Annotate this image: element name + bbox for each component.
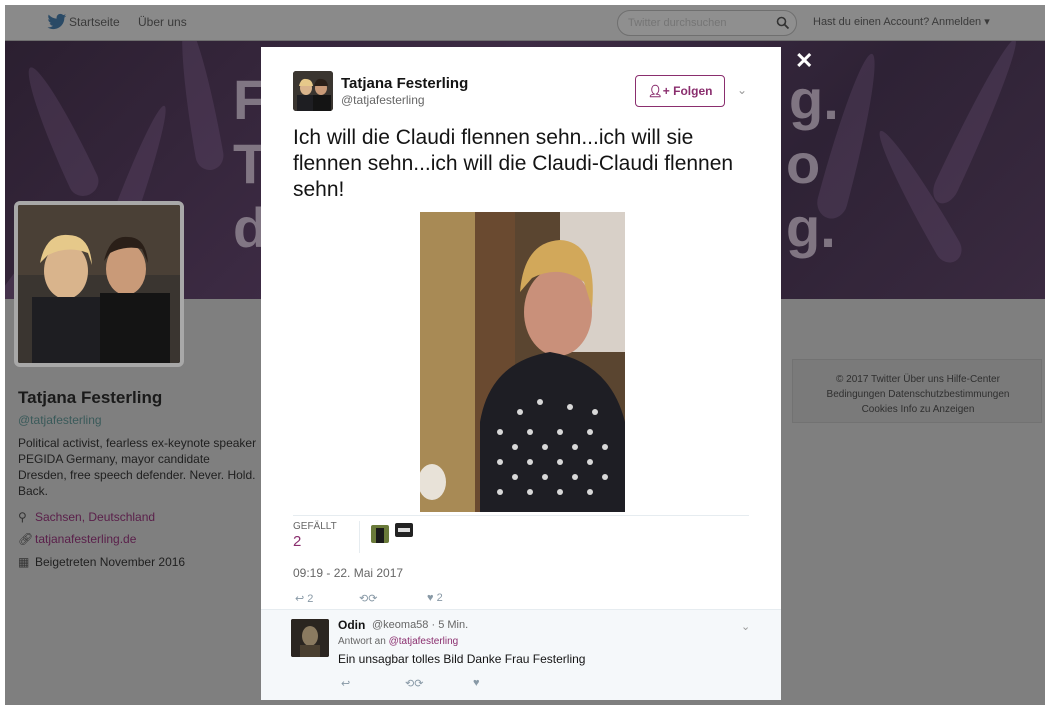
liker-avatar[interactable] <box>371 525 389 543</box>
profile-joined-row: ▦ Beigetreten November 2016 <box>18 555 185 569</box>
heart-icon[interactable]: ♥ <box>473 677 480 689</box>
profile-name[interactable]: Tatjana Festerling <box>18 388 162 408</box>
likes-count[interactable]: 2 <box>293 533 301 550</box>
reply-icon[interactable]: ↩ <box>341 677 350 690</box>
footer-links-box: © 2017 Twitter Über uns Hilfe-Center Bed… <box>792 359 1042 423</box>
follow-label: Folgen <box>673 84 713 98</box>
author-avatar-image <box>293 71 333 111</box>
author-avatar[interactable] <box>293 71 333 111</box>
retweet-icon[interactable]: ⟲⟳ <box>359 592 377 605</box>
reply-icon: ↩ <box>295 593 305 605</box>
footer-line[interactable]: Bedingungen Datenschutzbestimmungen <box>793 387 1043 402</box>
search-box[interactable] <box>617 10 797 36</box>
link-icon: 🔗︎ <box>18 532 34 546</box>
heart-icon: ♥ <box>427 592 434 604</box>
tweet-text: Ich will die Claudi flennen sehn...ich w… <box>293 126 734 201</box>
close-icon[interactable]: ✕ <box>795 50 813 72</box>
tweet-modal: Tatjana Festerling @tatjafesterling 👤︎+ … <box>261 47 781 700</box>
reply-avatar[interactable] <box>291 619 329 657</box>
search-input[interactable] <box>628 17 768 29</box>
reply-action[interactable]: ↩ 2 <box>295 592 313 605</box>
divider <box>293 515 749 516</box>
reply-to-prefix: Antwort an <box>338 636 389 647</box>
profile-avatar[interactable] <box>14 201 184 367</box>
profile-website-row: 🔗︎ tatjanafesterling.de <box>18 532 136 546</box>
profile-joined: Beigetreten November 2016 <box>35 555 186 569</box>
chevron-down-icon[interactable]: ⌄ <box>737 83 747 97</box>
twitter-bird-icon[interactable] <box>47 13 67 31</box>
author-handle[interactable]: @tatjafesterling <box>341 93 425 107</box>
profile-location-row: ⚲ Sachsen, Deutschland <box>18 510 155 524</box>
footer-line[interactable]: © 2017 Twitter Über uns Hilfe-Center <box>793 372 1043 387</box>
likes-label: GEFÄLLT <box>293 521 337 532</box>
liker-avatar[interactable] <box>395 523 413 537</box>
footer-links: © 2017 Twitter Über uns Hilfe-Center Bed… <box>793 372 1043 417</box>
profile-bio: Political activist, fearless ex-keynote … <box>18 436 257 498</box>
banner-text-fragment: g. <box>789 68 839 131</box>
reply-to-handle[interactable]: @tatjafesterling <box>389 636 459 647</box>
banner-text-fragment: o <box>786 132 821 195</box>
reply-text: Ein unsagbar tolles Bild Danke Frau Fest… <box>338 652 586 666</box>
profile-handle[interactable]: @tatjafesterling <box>18 413 102 427</box>
retweet-icon[interactable]: ⟲⟳ <box>405 677 423 690</box>
nav-home-link[interactable]: Startseite <box>69 15 120 29</box>
tweet-photo-image <box>420 212 625 512</box>
follow-user-icon: 👤︎+ <box>647 84 674 98</box>
reply-count: 2 <box>307 593 314 605</box>
reply-tweet[interactable]: Odin @keoma58 · 5 Min. ⌄ Antwort an @tat… <box>261 609 781 700</box>
profile-website-link[interactable]: tatjanafesterling.de <box>35 532 136 546</box>
search-icon[interactable] <box>776 16 790 30</box>
like-count: 2 <box>436 592 443 604</box>
top-navigation: Startseite Über uns Hast du einen Accoun… <box>5 5 1045 41</box>
author-name[interactable]: Tatjana Festerling <box>341 75 468 92</box>
reply-author-meta[interactable]: @keoma58 · 5 Min. <box>372 619 468 631</box>
profile-location[interactable]: Sachsen, Deutschland <box>35 510 155 524</box>
banner-text-fragment: g. <box>786 196 836 259</box>
login-link[interactable]: Hast du einen Account? Anmelden ▾ <box>813 15 990 28</box>
chevron-down-icon[interactable]: ⌄ <box>741 620 750 633</box>
nav-about-link[interactable]: Über uns <box>138 15 187 29</box>
tweet-timestamp[interactable]: 09:19 - 22. Mai 2017 <box>293 566 403 580</box>
calendar-icon: ▦ <box>18 555 30 569</box>
reply-to-line: Antwort an @tatjafesterling <box>338 636 458 647</box>
profile-photo-image <box>18 205 180 363</box>
divider <box>359 521 360 553</box>
reply-author-name[interactable]: Odin <box>338 618 365 632</box>
follow-button[interactable]: 👤︎+ Folgen <box>635 75 725 107</box>
location-pin-icon: ⚲ <box>18 510 27 524</box>
tweet-photo[interactable] <box>420 212 625 512</box>
footer-line[interactable]: Cookies Info zu Anzeigen <box>793 402 1043 417</box>
like-action[interactable]: ♥ 2 <box>427 592 443 604</box>
